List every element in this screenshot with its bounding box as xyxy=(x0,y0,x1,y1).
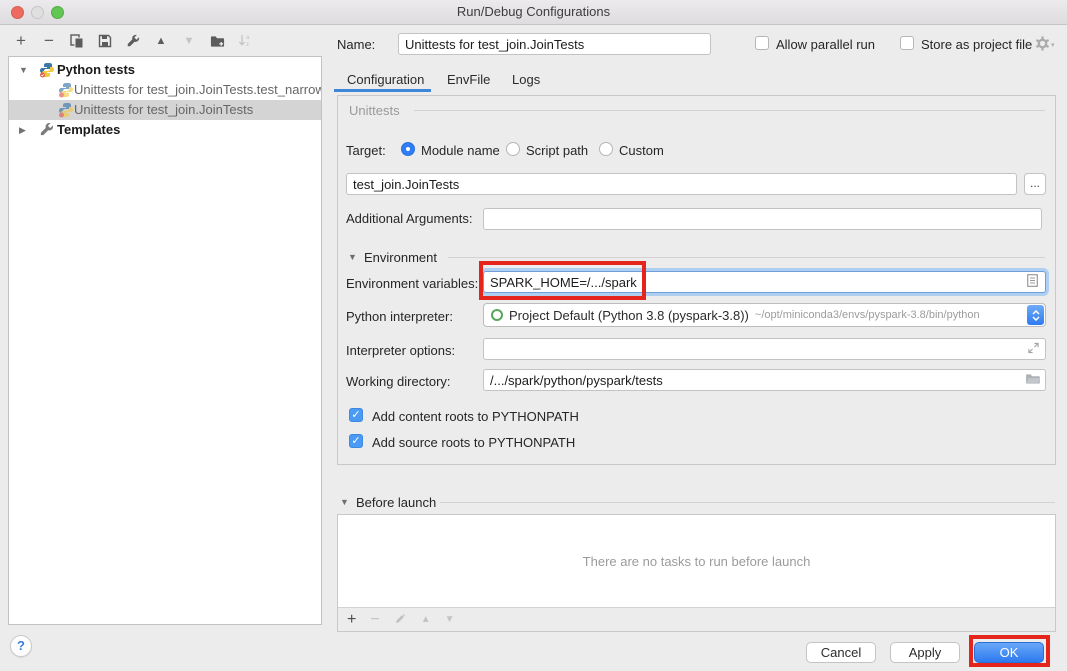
target-script-path-radio[interactable] xyxy=(506,142,520,156)
browse-module-button[interactable]: ... xyxy=(1024,173,1046,195)
expand-field-icon[interactable] xyxy=(1028,342,1039,357)
target-module-name-label: Module name xyxy=(421,143,500,158)
add-configuration-icon[interactable]: + xyxy=(12,32,30,50)
target-script-path-label: Script path xyxy=(526,143,588,158)
environment-variables-label: Environment variables: xyxy=(346,276,478,291)
add-source-roots-checkbox[interactable]: ✓ xyxy=(349,434,363,448)
svg-text:a: a xyxy=(246,35,250,41)
tree-item-label: Templates xyxy=(57,120,120,140)
interpreter-dropdown-stepper-icon[interactable] xyxy=(1027,305,1044,325)
environment-collapse-icon[interactable]: ▼ xyxy=(348,252,357,262)
allow-parallel-run-label: Allow parallel run xyxy=(776,37,875,52)
interpreter-options-input[interactable] xyxy=(483,338,1046,360)
interpreter-path: ~/opt/miniconda3/envs/pyspark-3.8/bin/py… xyxy=(755,309,980,321)
gear-icon xyxy=(1035,36,1050,54)
interpreter-value: Project Default (Python 3.8 (pyspark-3.8… xyxy=(509,308,749,323)
move-down-icon[interactable]: ▼ xyxy=(180,32,198,50)
python-test-icon xyxy=(58,82,74,98)
additional-arguments-label: Additional Arguments: xyxy=(346,211,472,226)
svg-text:z: z xyxy=(246,42,249,48)
edit-variables-icon[interactable] xyxy=(1027,274,1038,290)
move-up-icon[interactable]: ▲ xyxy=(152,32,170,50)
conda-environment-icon xyxy=(491,309,503,321)
run-debug-configurations-dialog: Run/Debug Configurations + − ▲ ▼ az ▼ Py xyxy=(0,0,1067,671)
sort-configurations-icon[interactable]: az xyxy=(236,32,254,50)
before-launch-collapse-icon[interactable]: ▼ xyxy=(340,497,349,507)
working-directory-input[interactable] xyxy=(483,369,1046,391)
target-custom-label: Custom xyxy=(619,143,664,158)
browse-folder-icon[interactable] xyxy=(1025,373,1040,388)
group-divider xyxy=(414,110,1045,111)
configuration-panel: Unittests Target: Module name Script pat… xyxy=(337,95,1056,465)
tree-item-unittests-jointests-selected[interactable]: Unittests for test_join.JoinTests xyxy=(9,100,321,120)
remove-configuration-icon[interactable]: − xyxy=(40,32,58,50)
store-as-project-file-checkbox[interactable] xyxy=(900,36,914,50)
save-configuration-icon[interactable] xyxy=(96,32,114,50)
edit-task-icon[interactable] xyxy=(394,612,407,628)
add-task-icon[interactable]: + xyxy=(347,611,356,629)
python-interpreter-label: Python interpreter: xyxy=(346,309,453,324)
tree-item-label: Unittests for test_join.JoinTests.test_n… xyxy=(74,80,321,100)
name-label: Name: xyxy=(337,37,375,52)
before-launch-group-label: Before launch xyxy=(356,495,436,510)
target-module-name-radio[interactable] xyxy=(401,142,415,156)
store-options-gear-button[interactable]: ▾ xyxy=(1035,36,1055,54)
help-button[interactable]: ? xyxy=(10,635,32,657)
add-content-roots-label: Add content roots to PYTHONPATH xyxy=(372,409,579,424)
target-label: Target: xyxy=(346,143,386,158)
tree-item-templates[interactable]: ▶ Templates xyxy=(9,120,321,140)
environment-variables-input[interactable] xyxy=(483,271,1046,293)
expand-arrow-icon[interactable]: ▶ xyxy=(19,120,26,140)
tree-item-python-tests[interactable]: ▼ Python tests xyxy=(9,60,321,80)
before-launch-panel: There are no tasks to run before launch … xyxy=(337,514,1056,632)
store-as-project-file-label: Store as project file xyxy=(921,37,1032,52)
configurations-toolbar: + − ▲ ▼ az xyxy=(12,31,254,51)
tab-configuration[interactable]: Configuration xyxy=(347,72,424,87)
new-folder-icon[interactable] xyxy=(208,32,226,50)
additional-arguments-input[interactable] xyxy=(483,208,1042,230)
window-title: Run/Debug Configurations xyxy=(0,4,1067,19)
module-name-input[interactable] xyxy=(346,173,1017,195)
move-task-up-icon[interactable]: ▲ xyxy=(421,614,431,625)
python-test-icon xyxy=(58,102,74,118)
cancel-button[interactable]: Cancel xyxy=(806,642,876,663)
tab-envfile[interactable]: EnvFile xyxy=(447,72,490,87)
group-divider xyxy=(448,257,1045,258)
templates-wrench-icon xyxy=(39,122,55,138)
edit-templates-icon[interactable] xyxy=(124,32,142,50)
configurations-tree: ▼ Python tests Unittests for test_join.J… xyxy=(8,56,322,625)
before-launch-empty-text: There are no tasks to run before launch xyxy=(338,515,1055,608)
remove-task-icon[interactable]: − xyxy=(370,611,379,629)
environment-group-label: Environment xyxy=(364,250,437,265)
tree-item-label: Unittests for test_join.JoinTests xyxy=(74,100,253,120)
tree-item-label: Python tests xyxy=(57,60,135,80)
copy-configuration-icon[interactable] xyxy=(68,32,86,50)
target-custom-radio[interactable] xyxy=(599,142,613,156)
apply-button[interactable]: Apply xyxy=(890,642,960,663)
python-tests-icon xyxy=(39,62,55,78)
working-directory-label: Working directory: xyxy=(346,374,451,389)
python-interpreter-select[interactable]: Project Default (Python 3.8 (pyspark-3.8… xyxy=(483,303,1046,327)
group-divider xyxy=(440,502,1055,503)
name-input[interactable] xyxy=(398,33,711,55)
active-tab-indicator xyxy=(334,89,431,92)
tree-item-unittests-test-narrow[interactable]: Unittests for test_join.JoinTests.test_n… xyxy=(9,80,321,100)
unittests-group-label: Unittests xyxy=(349,103,400,118)
add-source-roots-label: Add source roots to PYTHONPATH xyxy=(372,435,575,450)
allow-parallel-run-checkbox[interactable] xyxy=(755,36,769,50)
before-launch-toolbar: + − ▲ ▼ xyxy=(338,607,1055,631)
tab-logs[interactable]: Logs xyxy=(512,72,540,87)
move-task-down-icon[interactable]: ▼ xyxy=(445,614,455,625)
title-bar: Run/Debug Configurations xyxy=(0,0,1067,25)
collapse-arrow-icon[interactable]: ▼ xyxy=(19,60,28,80)
ok-button[interactable]: OK xyxy=(974,642,1044,663)
interpreter-options-label: Interpreter options: xyxy=(346,343,455,358)
gear-dropdown-caret-icon: ▾ xyxy=(1051,41,1055,49)
add-content-roots-checkbox[interactable]: ✓ xyxy=(349,408,363,422)
